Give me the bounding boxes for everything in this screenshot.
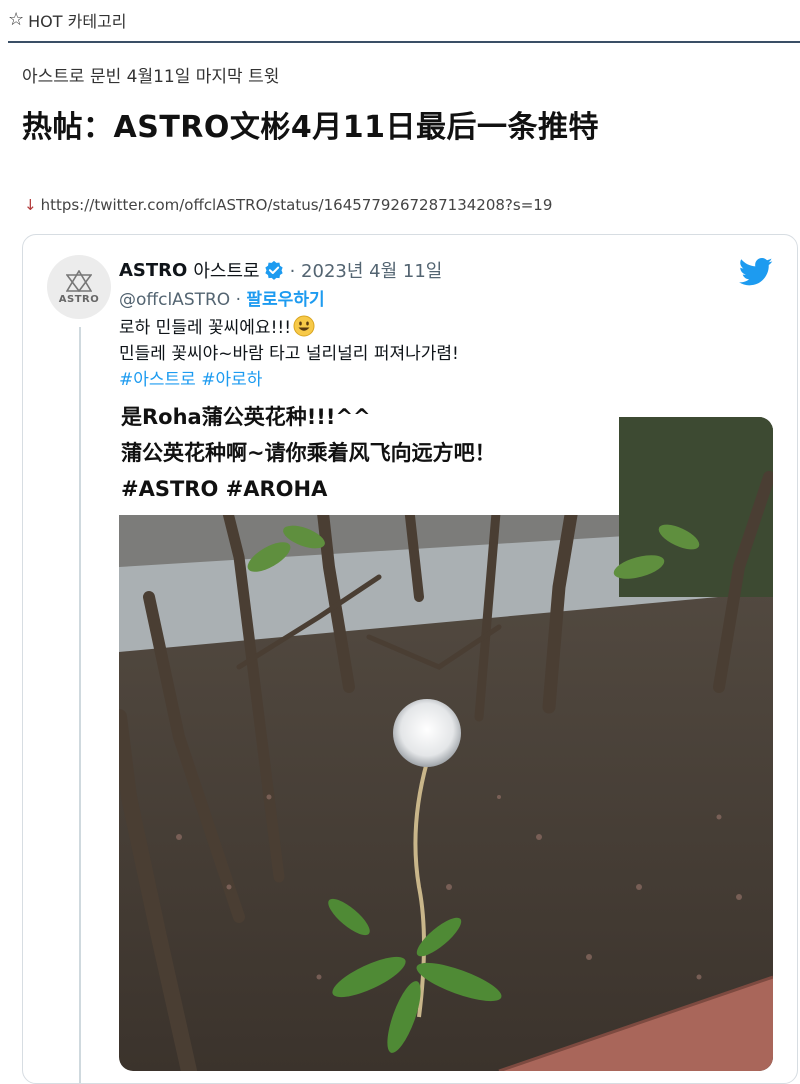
dandelion-photo-image — [119, 417, 773, 1071]
translation-line-3: #ASTRO #AROHA — [121, 477, 328, 501]
verified-badge-icon — [264, 260, 283, 280]
tweet-header: ASTRO 아스트로 · 2023년 4월 11일 — [119, 257, 442, 283]
translation-line-2: 蒲公英花种啊~请你乘着风飞向远方吧！ — [121, 441, 496, 465]
display-name[interactable]: ASTRO — [119, 260, 187, 281]
star-outline-icon[interactable]: ☆ — [8, 11, 24, 29]
avatar-text: ASTRO — [58, 293, 100, 305]
tweet-text: 로하 민들레 꽃씨에요!!! 민들레 꽃씨야~바람 타고 널리널리 퍼져나가렴!… — [119, 315, 459, 393]
astro-logo-icon — [66, 269, 92, 292]
translation-line-1: 是Roha蒲公英花种!!!^^ — [121, 405, 371, 429]
post-title-korean: 아스트로 문빈 4월11일 마지막 트윗 — [22, 67, 280, 87]
down-arrow-icon: ↓ — [24, 196, 37, 214]
tweet-date[interactable]: · 2023년 4월 11일 — [290, 257, 443, 283]
post-title-box: 热帖：ASTRO文彬4月11日最后一条推特 — [8, 98, 702, 150]
twitter-bird-icon[interactable] — [739, 257, 773, 287]
header-divider — [8, 41, 800, 43]
tweet-embed-card[interactable]: ASTRO ASTRO 아스트로 · 2023년 4월 11일 @offclAS… — [22, 234, 798, 1084]
source-link-row: ↓ https://twitter.com/offclASTRO/status/1… — [24, 196, 552, 214]
translation-overlay: 是Roha蒲公英花种!!!^^ 蒲公英花种啊~请你乘着风飞向远方吧！ #ASTR… — [119, 395, 619, 515]
tweet-line-2: 민들레 꽃씨야~바람 타고 널리널리 퍼져나가렴! — [119, 344, 459, 364]
source-link[interactable]: https://twitter.com/offclASTRO/status/16… — [41, 196, 553, 214]
tweet-photo[interactable] — [119, 417, 773, 1071]
handle[interactable]: @offclASTRO · — [119, 290, 241, 310]
category-label[interactable]: HOT 카테고리 — [28, 8, 126, 32]
post-title-chinese: 热帖：ASTRO文彬4月11日最后一条推特 — [22, 110, 600, 145]
follow-button[interactable]: 팔로우하기 — [246, 290, 324, 310]
tweet-line-1: 로하 민들레 꽃씨에요!!! — [119, 318, 292, 338]
display-name-korean[interactable]: 아스트로 — [193, 257, 259, 283]
tweet-hashtags[interactable]: #아스트로 #아로하 — [119, 367, 459, 393]
handle-row: @offclASTRO · 팔로우하기 — [119, 285, 325, 310]
avatar[interactable]: ASTRO — [47, 255, 111, 319]
thread-line — [79, 327, 81, 1083]
smile-emoji-icon — [293, 315, 315, 337]
top-bar: ☆ HOT 카테고리 — [0, 0, 800, 40]
